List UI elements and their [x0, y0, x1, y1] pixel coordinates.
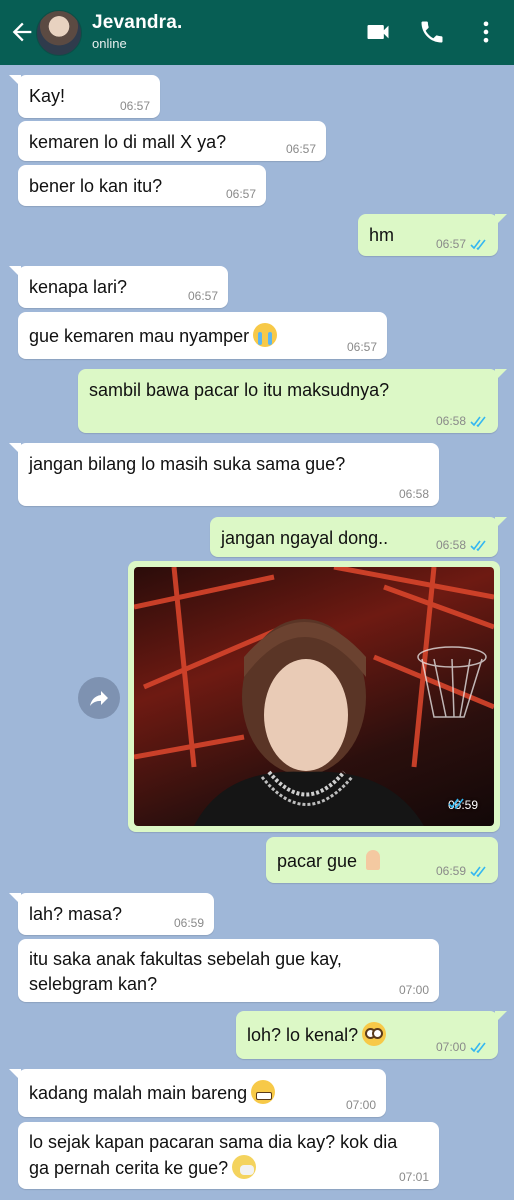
message-bubble-incoming[interactable]: kadang malah main bareng 07:00	[9, 1069, 386, 1117]
message-text: bener lo kan itu?	[29, 176, 163, 196]
message-text: Kay!	[29, 86, 66, 106]
message-time: 06:57	[285, 142, 316, 156]
message-text: pacar gue	[277, 851, 358, 871]
loudly-crying-face-icon	[253, 323, 278, 347]
message-text: kenapa lari?	[29, 277, 128, 297]
message-time: 06:59	[435, 864, 466, 878]
message-bubble-incoming[interactable]: Kay! 06:57	[9, 75, 160, 118]
message-text: gue kemaren mau nyamper	[29, 326, 250, 346]
message-time: 06:58	[435, 538, 466, 552]
phone-icon[interactable]	[418, 18, 446, 46]
message-time: 06:58	[398, 487, 429, 501]
message-bubble-incoming[interactable]: lo sejak kapan pacaran sama dia kay? kok…	[18, 1122, 439, 1189]
message-content: lo sejak kapan pacaran sama dia kay? kok…	[29, 1130, 409, 1181]
message-time: 07:00	[398, 983, 429, 997]
message-text: itu saka anak fakultas sebelah gue kay, …	[29, 949, 342, 994]
message-time: 06:58	[435, 414, 466, 428]
message-bubble-incoming[interactable]: itu saka anak fakultas sebelah gue kay, …	[18, 939, 439, 1002]
message-bubble-incoming[interactable]: jangan bilang lo masih suka sama gue? 06…	[9, 443, 439, 506]
message-text: kadang malah main bareng	[29, 1083, 248, 1103]
message-text: jangan bilang lo masih suka sama gue?	[29, 454, 346, 474]
message-bubble-incoming[interactable]: kenapa lari? 06:57	[9, 266, 228, 308]
forward-arrow-icon	[90, 691, 108, 706]
message-bubble-outgoing[interactable]: jangan ngayal dong.. 06:58	[210, 517, 507, 557]
message-text: loh? lo kenal?	[247, 1025, 359, 1045]
message-time: 06:57	[346, 340, 377, 354]
read-receipt-icon	[470, 1042, 486, 1053]
read-receipt-icon	[448, 798, 464, 809]
message-bubble-outgoing[interactable]: hm 06:57	[358, 214, 507, 256]
photo-message[interactable]: 06:59	[128, 561, 500, 832]
contact-name[interactable]: Jevandra.	[92, 12, 183, 34]
more-options-icon[interactable]	[472, 18, 500, 46]
message-bubble-incoming[interactable]: bener lo kan itu? 06:57	[18, 165, 266, 206]
message-bubble-outgoing[interactable]: pacar gue 06:59	[266, 837, 498, 883]
message-time: 07:00	[345, 1098, 376, 1112]
message-text: jangan ngayal dong..	[221, 528, 389, 548]
message-time: 07:00	[435, 1040, 466, 1054]
message-content: pacar gue	[277, 848, 385, 872]
message-bubble-outgoing[interactable]: sambil bawa pacar lo itu maksudnya? 06:5…	[78, 369, 507, 433]
flushed-face-icon	[362, 1022, 387, 1046]
chat-header: Jevandra. online	[0, 0, 514, 65]
message-text: kemaren lo di mall X ya?	[29, 132, 227, 152]
read-receipt-icon	[470, 239, 486, 250]
read-receipt-icon	[470, 540, 486, 551]
message-bubble-incoming[interactable]: lah? masa? 06:59	[9, 893, 214, 935]
contact-status: online	[92, 36, 127, 51]
back-arrow-icon[interactable]	[8, 18, 36, 46]
read-receipt-icon	[470, 416, 486, 427]
folded-hands-icon	[361, 848, 385, 872]
grimacing-face-icon	[251, 1080, 276, 1104]
sneezing-face-icon	[232, 1155, 257, 1179]
message-text: sambil bawa pacar lo itu maksudnya?	[89, 380, 390, 400]
message-content: kadang malah main bareng	[29, 1080, 276, 1104]
message-time: 06:59	[173, 916, 204, 930]
message-bubble-incoming[interactable]: kemaren lo di mall X ya? 06:57	[18, 121, 326, 161]
shared-photo[interactable]: 06:59	[134, 567, 494, 826]
message-text: lah? masa?	[29, 904, 123, 924]
read-receipt-icon	[470, 866, 486, 877]
message-text: lo sejak kapan pacaran sama dia kay? kok…	[29, 1132, 398, 1178]
forward-button[interactable]	[78, 677, 120, 719]
video-call-icon[interactable]	[364, 18, 392, 46]
message-content: loh? lo kenal?	[247, 1022, 387, 1046]
message-time: 06:57	[225, 187, 256, 201]
message-time: 06:57	[435, 237, 466, 251]
message-time: 07:01	[398, 1170, 429, 1184]
photo-illustration	[134, 567, 494, 826]
message-text: hm	[369, 225, 395, 245]
message-bubble-outgoing[interactable]: loh? lo kenal? 07:00	[236, 1011, 507, 1059]
message-time: 06:57	[119, 99, 150, 113]
message-content: gue kemaren mau nyamper	[29, 323, 278, 347]
message-time: 06:57	[187, 289, 218, 303]
contact-avatar[interactable]	[36, 10, 82, 56]
message-bubble-incoming[interactable]: gue kemaren mau nyamper 06:57	[18, 312, 387, 359]
